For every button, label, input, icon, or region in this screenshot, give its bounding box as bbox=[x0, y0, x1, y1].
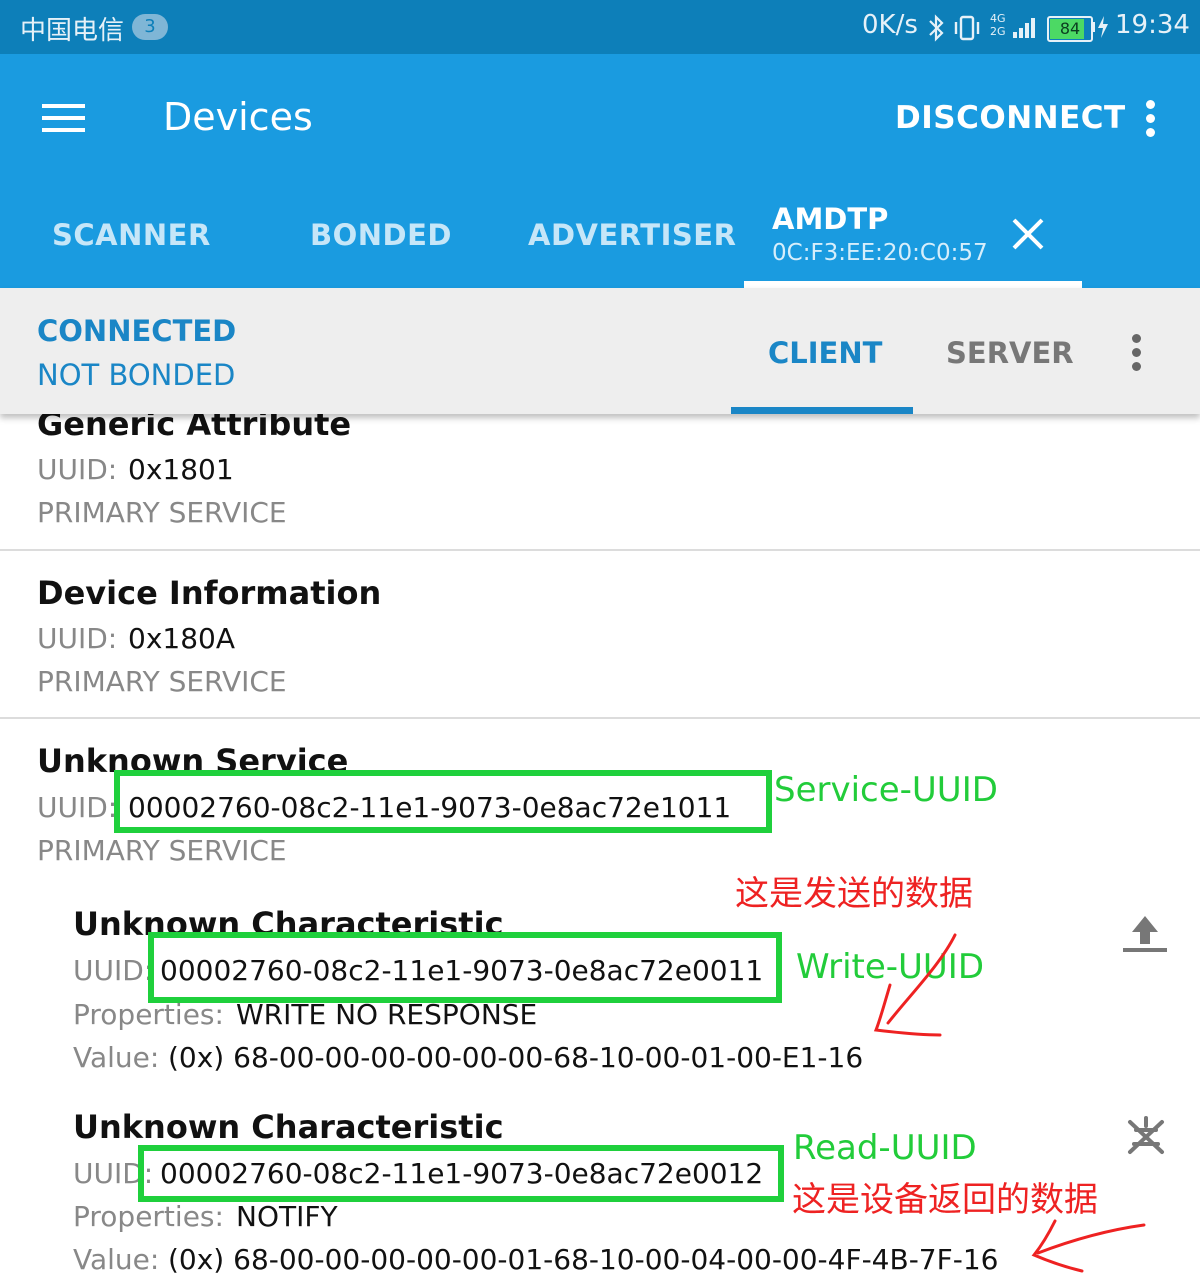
value-label: Value: bbox=[73, 1243, 160, 1276]
tab-client[interactable]: CLIENT bbox=[768, 336, 882, 370]
tab-indicator bbox=[744, 281, 1082, 288]
client-tab-indicator bbox=[731, 407, 913, 414]
sent-data-annotation: 这是发送的数据 bbox=[735, 874, 973, 914]
service-type: PRIMARY SERVICE bbox=[37, 496, 287, 529]
returned-data-annotation: 这是设备返回的数据 bbox=[792, 1180, 1098, 1220]
service-name: Device Information bbox=[37, 574, 382, 612]
sim-badge: 3 bbox=[132, 14, 168, 40]
battery-icon: 84 bbox=[1047, 16, 1093, 42]
service-type: PRIMARY SERVICE bbox=[37, 665, 287, 698]
service-type: PRIMARY SERVICE bbox=[37, 834, 287, 867]
uuid-label: UUID: bbox=[37, 622, 118, 655]
status-bar: 中国电信 3 0K/s 4G 2G 84 19:34 bbox=[0, 0, 1200, 54]
tab-scanner[interactable]: SCANNER bbox=[52, 218, 211, 252]
more-vert-icon bbox=[1146, 100, 1155, 109]
network-type: 4G 2G bbox=[990, 12, 1006, 38]
characteristic-name: Unknown Characteristic bbox=[73, 1108, 504, 1146]
disconnect-button[interactable]: DISCONNECT bbox=[895, 100, 1126, 136]
upload-icon[interactable] bbox=[1122, 914, 1168, 954]
client-overflow-button[interactable] bbox=[1120, 330, 1154, 376]
bond-state: NOT BONDED bbox=[37, 358, 236, 392]
uuid-label: UUID: bbox=[37, 791, 118, 824]
overflow-menu-button[interactable] bbox=[1134, 95, 1168, 141]
page-title: Devices bbox=[163, 95, 313, 139]
notifications-off-icon[interactable] bbox=[1124, 1116, 1168, 1158]
vibrate-icon bbox=[954, 15, 980, 41]
service-uuid: 0x1801 bbox=[128, 453, 234, 486]
menu-icon bbox=[42, 104, 85, 108]
uuid-label: UUID: bbox=[37, 453, 118, 486]
charging-icon bbox=[1098, 16, 1108, 38]
read-uuid-annotation: Read-UUID bbox=[793, 1128, 977, 1168]
more-vert-icon bbox=[1132, 334, 1141, 343]
battery-level: 84 bbox=[1059, 19, 1081, 38]
app-toolbar bbox=[0, 54, 1200, 288]
uuid-label: UUID: bbox=[73, 954, 154, 987]
carrier-name: 中国电信 bbox=[20, 16, 125, 46]
properties-label: Properties: bbox=[73, 1200, 224, 1233]
signal-icon bbox=[1013, 18, 1035, 38]
service-uuid-annotation: Service-UUID bbox=[774, 770, 998, 810]
tab-bonded[interactable]: BONDED bbox=[310, 218, 452, 252]
bluetooth-icon bbox=[929, 14, 944, 42]
tab-device-address: 0C:F3:EE:20:C0:57 bbox=[772, 240, 988, 266]
write-uuid-highlight bbox=[148, 932, 782, 1003]
connection-state: CONNECTED bbox=[37, 314, 237, 348]
tab-device-name[interactable]: AMDTP bbox=[772, 202, 888, 236]
menu-button[interactable] bbox=[30, 90, 100, 150]
clock: 19:34 bbox=[1115, 10, 1190, 40]
read-uuid-highlight bbox=[138, 1145, 784, 1202]
characteristic-properties: NOTIFY bbox=[236, 1200, 338, 1233]
red-arrow-write bbox=[873, 933, 957, 1037]
tab-server[interactable]: SERVER bbox=[946, 336, 1074, 370]
service-uuid: 0x180A bbox=[128, 622, 235, 655]
close-tab-icon[interactable] bbox=[1010, 216, 1046, 252]
network-speed: 0K/s bbox=[862, 10, 918, 40]
characteristic-value: (0x) 68-00-00-00-00-00-00-68-10-00-01-00… bbox=[168, 1041, 864, 1074]
characteristic-value: (0x) 68-00-00-00-00-00-01-68-10-00-04-00… bbox=[168, 1243, 999, 1276]
tab-advertiser[interactable]: ADVERTISER bbox=[528, 218, 736, 252]
service-uuid-highlight bbox=[114, 770, 772, 833]
red-arrow-read bbox=[1031, 1219, 1146, 1273]
value-label: Value: bbox=[73, 1041, 160, 1074]
